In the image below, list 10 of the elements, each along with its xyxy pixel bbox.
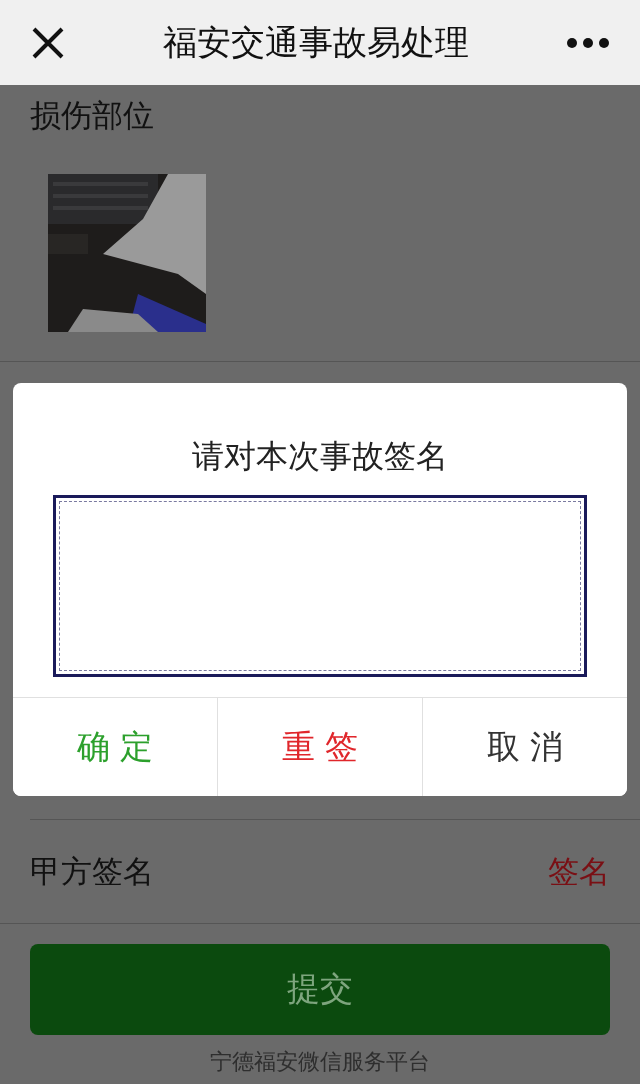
sign-link[interactable]: 签名 [548,850,610,893]
footer-text: 宁德福安微信服务平台 [209,1048,431,1076]
section-label: 损伤部位 [29,96,155,135]
more-icon[interactable] [566,36,610,49]
page-title: 福安交通事故易处理 [163,20,469,64]
signature-pad[interactable] [53,495,587,677]
dialog-button[interactable]: 取 消 [422,698,627,796]
row-label: 甲方签名 [30,851,154,891]
dialog-title: 请对本次事故签名 [191,436,449,477]
submit-button[interactable]: 提交 [30,944,610,1035]
